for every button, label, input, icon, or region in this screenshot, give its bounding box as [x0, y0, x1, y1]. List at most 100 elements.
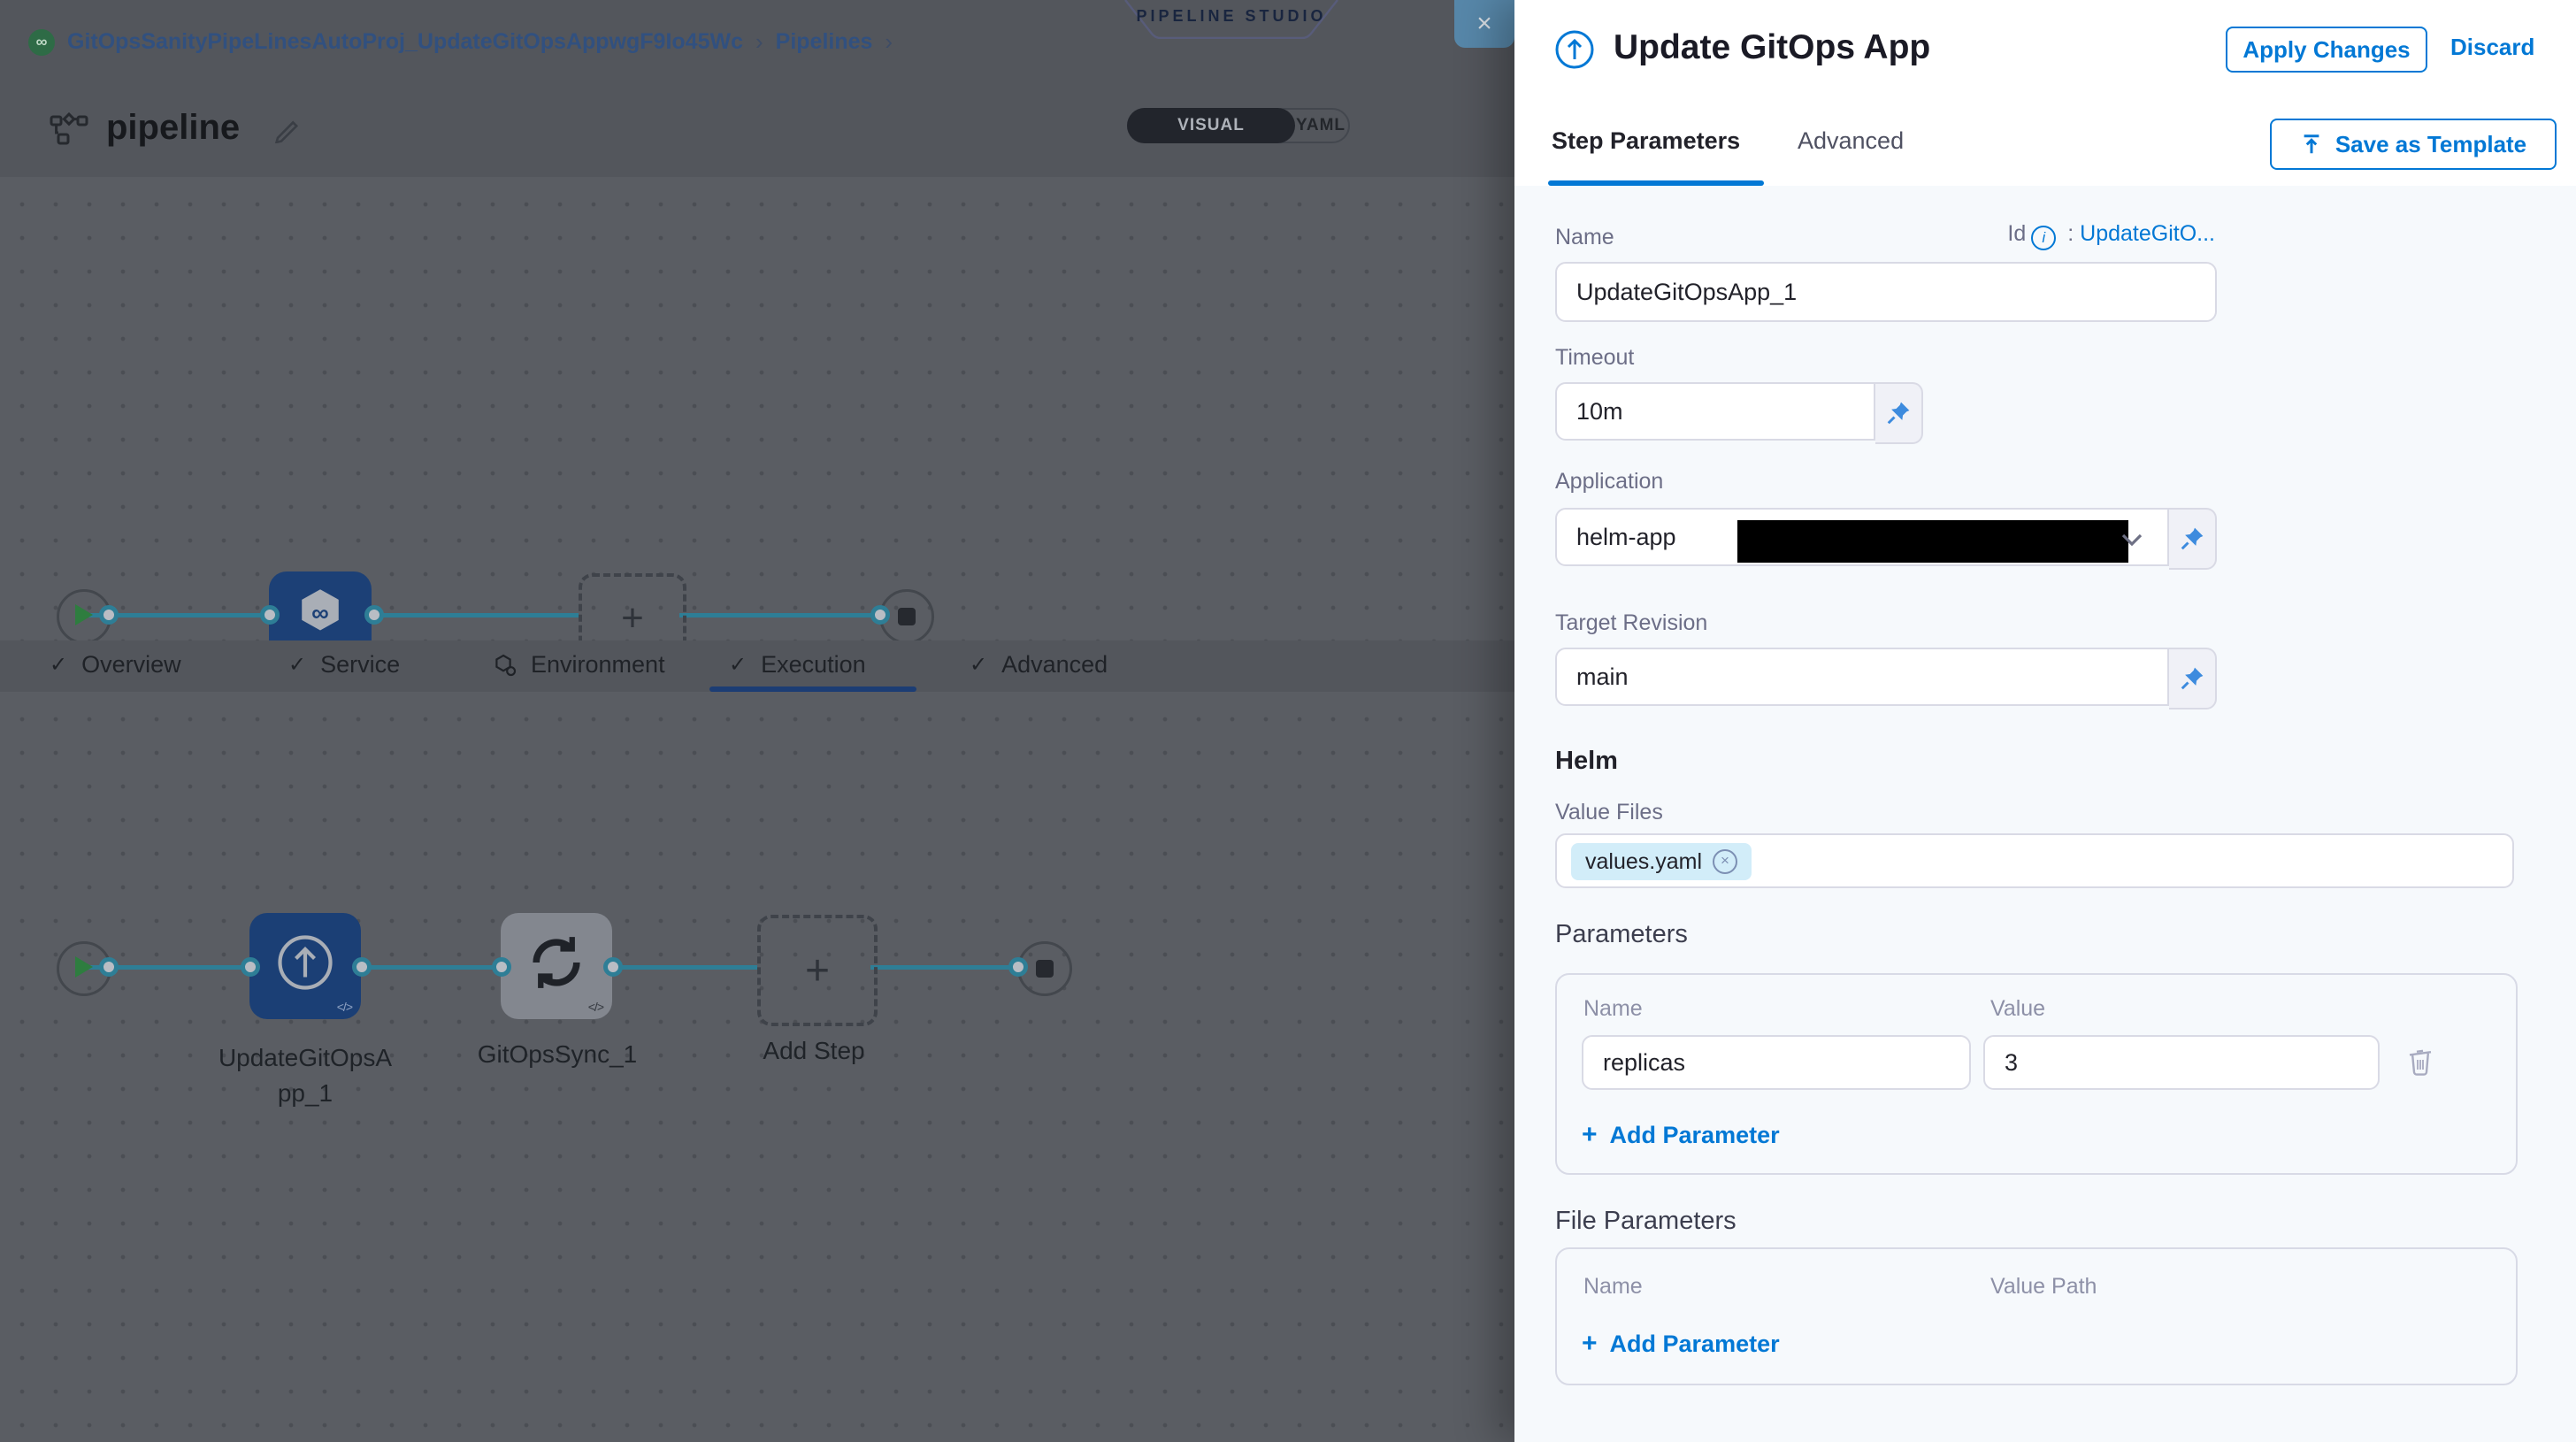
- pushpin-icon: [2179, 665, 2205, 692]
- play-icon: [75, 604, 93, 625]
- file-parameters-card: Name Value Path + Add Parameter: [1555, 1247, 2518, 1385]
- node-port[interactable]: [870, 605, 890, 625]
- tab-step-parameters[interactable]: Step Parameters: [1552, 127, 1740, 155]
- plus-icon: +: [1582, 1120, 1598, 1150]
- param-value-header: Value: [1990, 996, 2045, 1022]
- add-parameter-button[interactable]: + Add Parameter: [1582, 1120, 1780, 1150]
- check-icon: ✓: [729, 652, 747, 678]
- file-param-name-header: Name: [1583, 1274, 1643, 1300]
- tab-overview[interactable]: ✓ Overview: [50, 651, 181, 679]
- parameters-card: Name Value + Add Parameter: [1555, 973, 2518, 1175]
- code-badge-icon: </>: [588, 1000, 603, 1014]
- tab-service[interactable]: ✓ Service: [288, 651, 400, 679]
- node-port[interactable]: [492, 957, 511, 977]
- value-files-input[interactable]: values.yaml ×: [1555, 833, 2514, 888]
- file-param-value-path-header: Value Path: [1990, 1274, 2097, 1300]
- node-port[interactable]: [260, 605, 280, 625]
- connector-line: [612, 965, 757, 970]
- connector-line: [361, 965, 501, 970]
- svg-text:∞: ∞: [311, 599, 329, 626]
- step-parameters-form: Name Idi : UpdateGitO... Timeout Applica…: [1514, 186, 2576, 1442]
- node-port[interactable]: [1008, 957, 1028, 977]
- application-label: Application: [1555, 469, 1663, 495]
- step-node-label: GitOpsSync_1: [458, 1040, 656, 1069]
- step-node-gitops-sync[interactable]: </>: [501, 913, 612, 1019]
- discard-button[interactable]: Discard: [2450, 34, 2534, 61]
- add-step-label: Add Step: [752, 1037, 876, 1065]
- stage-tab-bar: ✓ Overview ✓ Service Environment ✓ Execu…: [0, 640, 1516, 694]
- timeout-input[interactable]: [1555, 382, 1875, 441]
- execution-canvas[interactable]: </> </> + UpdateGit: [0, 692, 1516, 1442]
- pushpin-icon: [1885, 400, 1912, 426]
- play-icon: [75, 956, 93, 978]
- node-port[interactable]: [364, 605, 384, 625]
- connector-line: [679, 613, 879, 617]
- breadcrumb: ∞ GitOpsSanityPipeLinesAutoProj_UpdateGi…: [28, 28, 893, 56]
- check-icon: ✓: [970, 652, 987, 678]
- target-revision-pin-button[interactable]: [2169, 648, 2217, 709]
- node-port[interactable]: [603, 957, 623, 977]
- timeout-pin-button[interactable]: [1875, 382, 1923, 444]
- plus-icon: +: [805, 947, 830, 995]
- add-file-parameter-button[interactable]: + Add Parameter: [1582, 1329, 1780, 1359]
- pipeline-flowchart-icon: [50, 111, 88, 147]
- chevron-right-icon: ›: [885, 28, 893, 56]
- param-value-input[interactable]: [1983, 1035, 2380, 1090]
- tab-advanced[interactable]: Advanced: [1798, 127, 1904, 155]
- drawer-header: Update GitOps App Apply Changes Discard: [1514, 0, 2576, 103]
- chip-remove-icon[interactable]: ×: [1713, 849, 1737, 874]
- connector-line: [373, 613, 579, 617]
- plus-icon: +: [621, 596, 644, 640]
- gitops-project-icon: ∞: [28, 29, 55, 56]
- value-file-chip: values.yaml ×: [1571, 843, 1752, 880]
- add-step-button[interactable]: +: [757, 915, 878, 1026]
- id-separator: :: [2067, 221, 2074, 246]
- tab-label: Environment: [531, 651, 665, 679]
- code-badge-icon: </>: [337, 1000, 352, 1014]
- node-port[interactable]: [352, 957, 372, 977]
- step-node-update-gitops-app[interactable]: </>: [249, 913, 361, 1019]
- tab-advanced[interactable]: ✓ Advanced: [970, 651, 1108, 679]
- tab-environment[interactable]: Environment: [494, 651, 665, 679]
- info-icon[interactable]: i: [2031, 226, 2056, 250]
- toggle-visual[interactable]: VISUAL: [1127, 108, 1295, 143]
- param-name-input[interactable]: [1582, 1035, 1971, 1090]
- tab-label: Execution: [761, 651, 866, 679]
- tab-label: Service: [320, 651, 400, 679]
- plus-icon: +: [1582, 1329, 1598, 1359]
- helm-heading: Helm: [1555, 747, 1618, 776]
- application-select[interactable]: helm-app: [1555, 508, 2169, 566]
- node-port[interactable]: [99, 957, 119, 977]
- node-port[interactable]: [99, 605, 119, 625]
- pushpin-icon: [2179, 525, 2205, 552]
- breadcrumb-pipelines-link[interactable]: Pipelines: [776, 29, 873, 55]
- stage-canvas[interactable]: ∞ </> + stage Add Stage: [0, 177, 1516, 640]
- save-as-template-button[interactable]: Save as Template: [2270, 119, 2557, 170]
- breadcrumb-project-link[interactable]: GitOpsSanityPipeLinesAutoProj_UpdateGitO…: [67, 29, 743, 55]
- param-name-header: Name: [1583, 996, 1643, 1022]
- close-drawer-button[interactable]: ×: [1454, 0, 1514, 48]
- stop-icon: [898, 608, 916, 625]
- check-icon: ✓: [50, 652, 67, 678]
- name-input[interactable]: [1555, 262, 2217, 322]
- edit-pencil-icon[interactable]: [274, 117, 301, 143]
- id-value-link[interactable]: UpdateGitO...: [2080, 221, 2215, 246]
- value-files-label: Value Files: [1555, 800, 1663, 825]
- node-port[interactable]: [241, 957, 260, 977]
- toggle-yaml[interactable]: YAML: [1293, 110, 1348, 142]
- step-config-drawer: Update GitOps App Apply Changes Discard …: [1514, 0, 2576, 1442]
- chip-label: values.yaml: [1585, 849, 1702, 875]
- target-revision-label: Target Revision: [1555, 610, 1707, 636]
- apply-changes-button[interactable]: Apply Changes: [2226, 27, 2427, 73]
- chevron-down-icon[interactable]: [2121, 533, 2143, 547]
- update-gitops-app-icon: [1553, 28, 1596, 71]
- application-value: helm-app: [1576, 524, 1676, 550]
- delete-row-icon[interactable]: [2406, 1046, 2434, 1076]
- environment-icon: [494, 654, 517, 677]
- pipeline-studio-badge: PIPELINE STUDIO: [1122, 0, 1341, 39]
- application-pin-button[interactable]: [2169, 508, 2217, 570]
- id-row: Idi : UpdateGitO...: [1514, 221, 2215, 250]
- tab-label: Overview: [81, 651, 181, 679]
- tab-execution[interactable]: ✓ Execution: [729, 651, 866, 679]
- target-revision-input[interactable]: [1555, 648, 2169, 706]
